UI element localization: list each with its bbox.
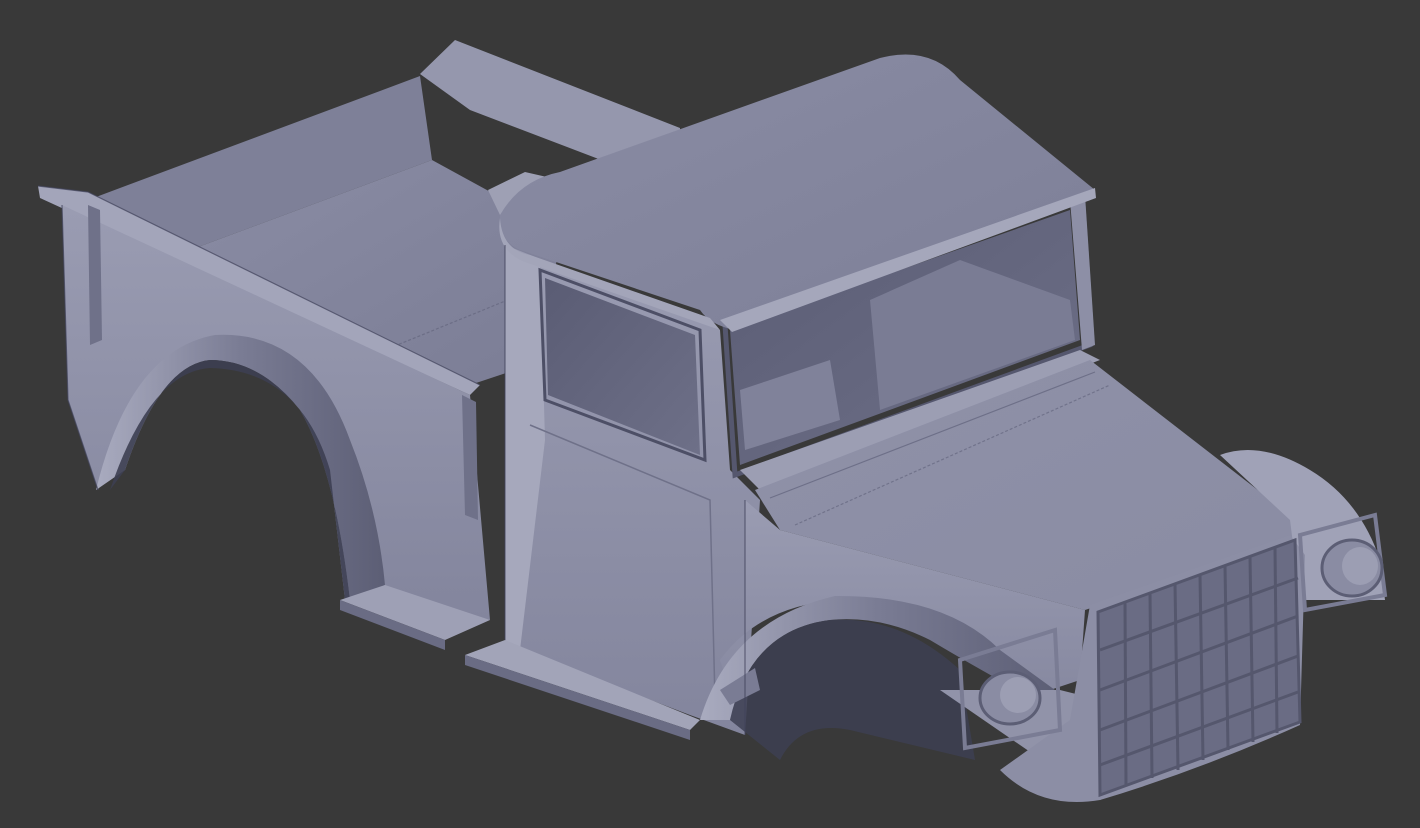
3d-viewport[interactable] (0, 0, 1420, 828)
bed-rear-post (88, 205, 102, 345)
truck-model[interactable] (0, 0, 1420, 828)
